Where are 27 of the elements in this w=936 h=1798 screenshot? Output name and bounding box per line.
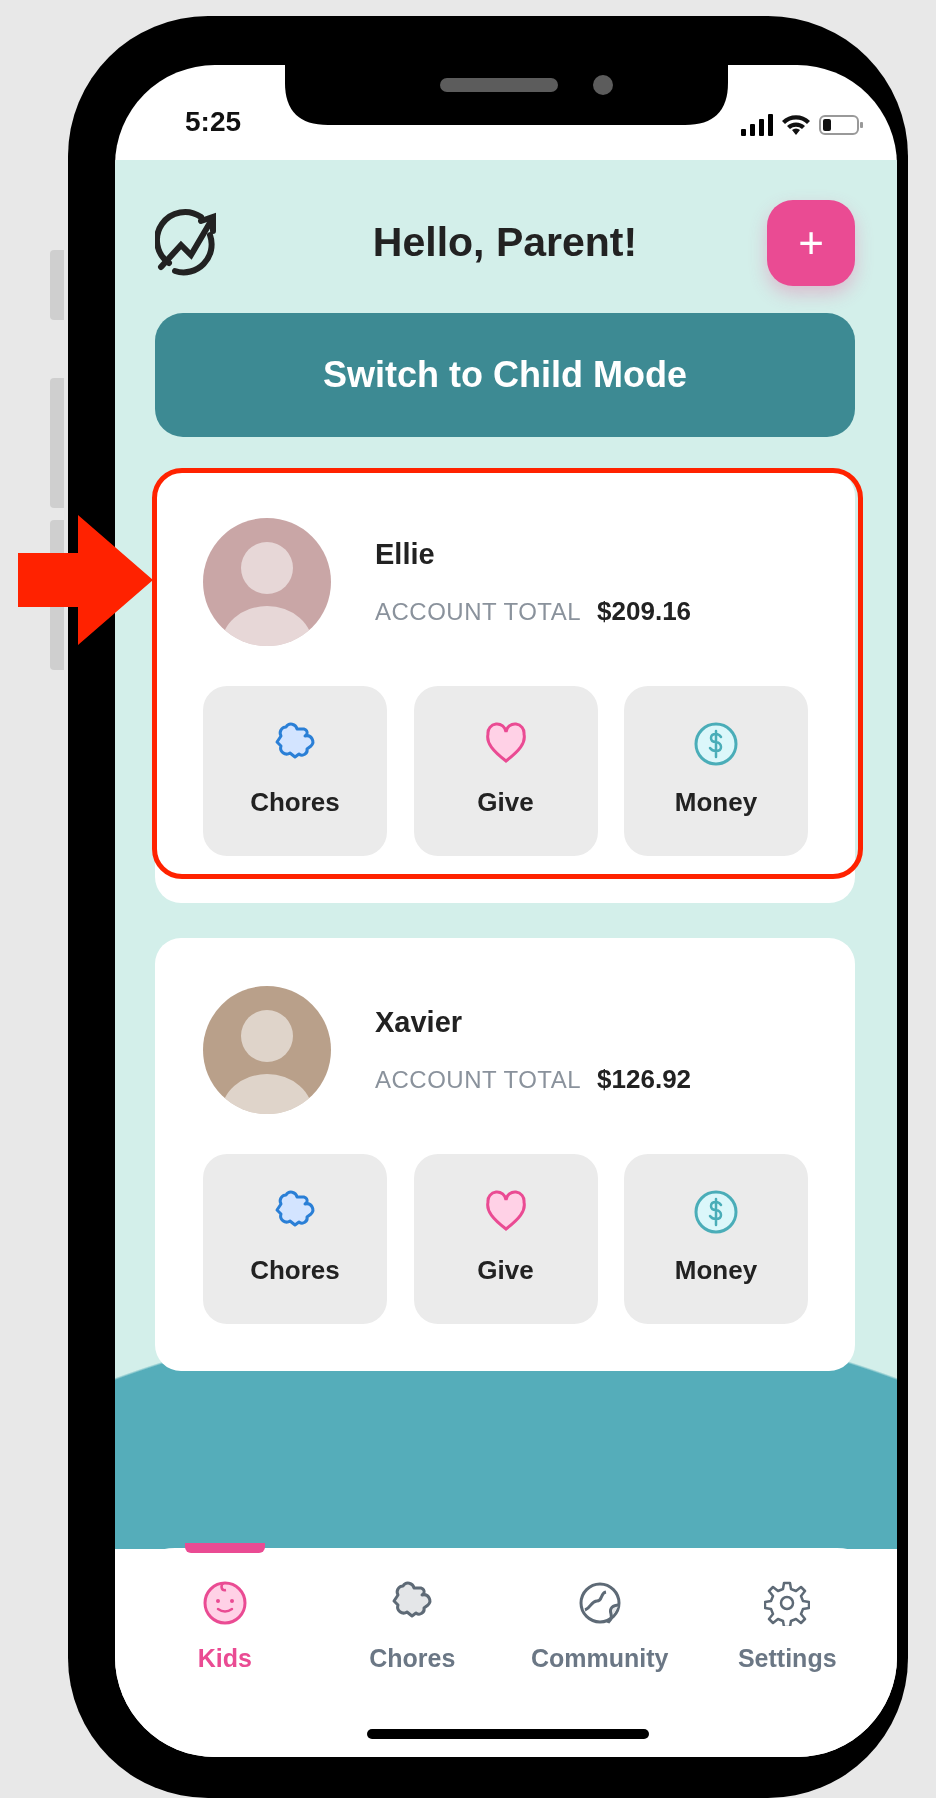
clock-time: 5:25	[185, 108, 242, 136]
nav-tab[interactable]: Settings	[702, 1548, 873, 1679]
kid-name: Xavier	[375, 1004, 464, 1040]
kid-name: Ellie	[375, 536, 436, 572]
nav-tab[interactable]: Community	[514, 1548, 685, 1679]
account-total-label: ACCOUNT TOTAL	[375, 1065, 582, 1096]
nav-tab[interactable]: Kids	[139, 1548, 310, 1679]
account-total-label: ACCOUNT TOTAL	[375, 597, 582, 628]
add-button[interactable]: +	[767, 199, 855, 286]
account-total-amount: $126.92	[597, 1063, 692, 1097]
baby-face-icon	[201, 1580, 248, 1626]
chores-button[interactable]: Chores	[203, 686, 387, 856]
chores-button[interactable]: Chores	[203, 1154, 387, 1324]
money-button[interactable]: Money	[624, 1154, 808, 1324]
money-button[interactable]: Money	[624, 686, 808, 856]
gear-icon	[764, 1580, 811, 1626]
switch-mode-button[interactable]: Switch to Child Mode	[155, 313, 855, 437]
battery-icon	[819, 114, 865, 136]
account-total-amount: $209.16	[597, 595, 692, 629]
nav-tab[interactable]: Chores	[327, 1548, 498, 1679]
dollar-coin-icon	[693, 720, 739, 767]
wifi-icon	[781, 114, 811, 136]
give-button[interactable]: Give	[413, 686, 598, 856]
greeting-title: Hello, Parent!	[372, 217, 638, 267]
signal-icon	[741, 114, 773, 136]
dollar-coin-icon	[693, 1188, 739, 1235]
give-button[interactable]: Give	[413, 1154, 598, 1324]
